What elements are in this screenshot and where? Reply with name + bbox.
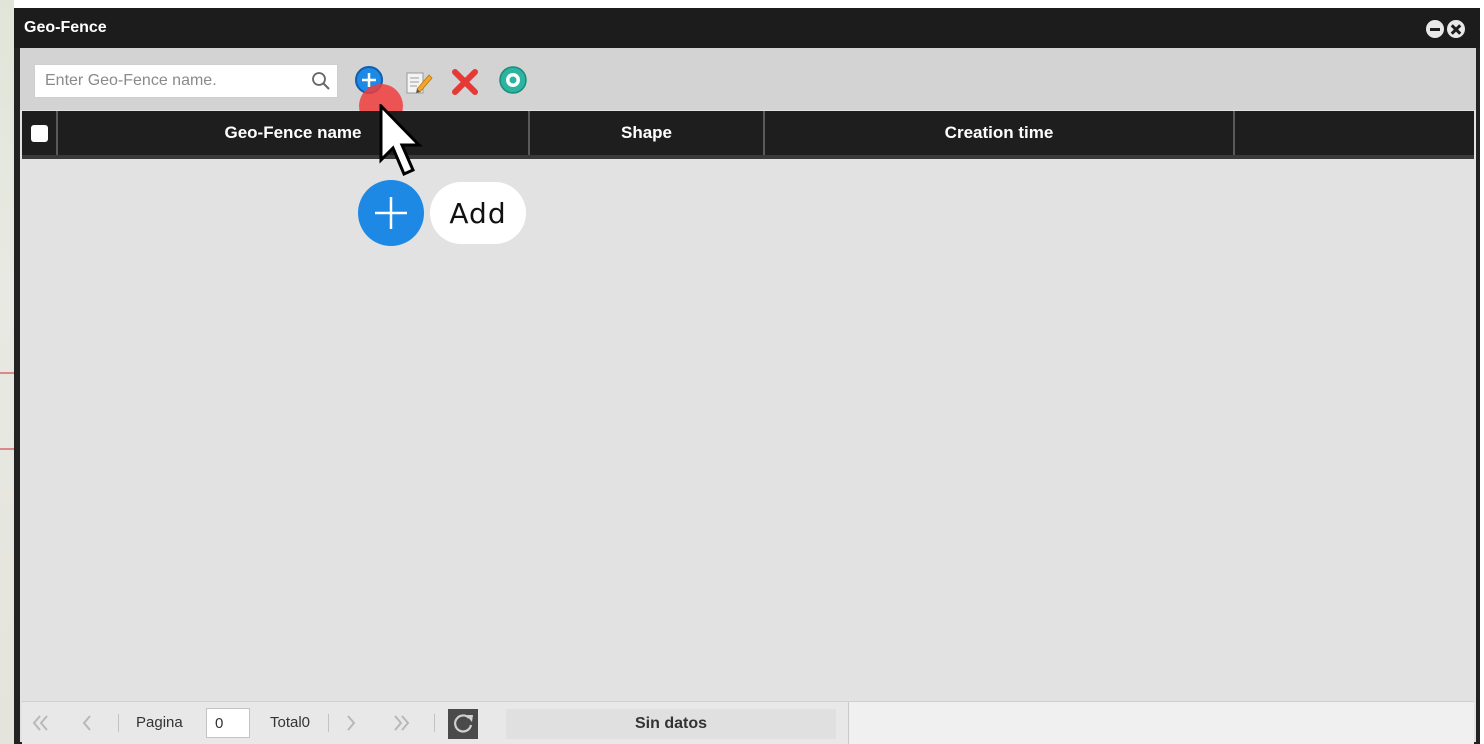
column-header-name[interactable]: Geo-Fence name: [58, 111, 530, 155]
column-header-creation-time[interactable]: Creation time: [765, 111, 1235, 155]
page-label: Pagina: [136, 714, 183, 731]
grid-body: [22, 160, 1474, 700]
column-header-shape[interactable]: Shape: [530, 111, 765, 155]
pager-divider: [118, 714, 119, 732]
close-button[interactable]: [1447, 20, 1465, 38]
delete-icon[interactable]: [450, 67, 480, 97]
toolbar: [20, 48, 1476, 110]
header-select-all: [22, 111, 58, 155]
tooltip-label: Add: [430, 182, 526, 244]
last-page-icon[interactable]: [390, 712, 412, 734]
search-box: [34, 64, 338, 98]
map-line: [0, 448, 14, 450]
background-map: [0, 0, 14, 744]
total-label: Total0: [270, 714, 311, 731]
pager-status: Sin datos: [506, 709, 836, 739]
edit-icon[interactable]: [403, 67, 433, 97]
geo-fence-window: Geo-Fence Enter Geo-Fence name. Geo-Fenc…: [14, 8, 1480, 744]
refresh-icon[interactable]: [448, 709, 478, 739]
search-icon[interactable]: [311, 71, 331, 91]
title-bar[interactable]: Geo-Fence: [14, 8, 1480, 48]
minimize-button[interactable]: [1426, 20, 1444, 38]
search-input[interactable]: [35, 65, 305, 97]
previous-page-icon[interactable]: [76, 712, 98, 734]
view-icon[interactable]: [498, 65, 528, 95]
page-number-input[interactable]: [206, 708, 250, 738]
grid-header: Geo-Fence name Shape Creation time: [22, 111, 1474, 159]
map-line: [0, 372, 14, 374]
column-header-extra: [1235, 111, 1474, 155]
first-page-icon[interactable]: [30, 712, 52, 734]
pager-controls: Pagina Total0 Sin datos: [22, 702, 849, 744]
pager-divider: [434, 714, 435, 732]
select-all-checkbox[interactable]: [30, 124, 48, 142]
plus-icon: [358, 180, 424, 246]
next-page-icon[interactable]: [340, 712, 362, 734]
pager-divider: [328, 714, 329, 732]
pager: Pagina Total0 Sin datos: [22, 701, 1474, 744]
window-title: Geo-Fence: [24, 19, 107, 36]
window-content: Geo-Fence name Shape Creation time Pagin…: [20, 48, 1476, 744]
mouse-cursor-icon: [379, 104, 423, 176]
